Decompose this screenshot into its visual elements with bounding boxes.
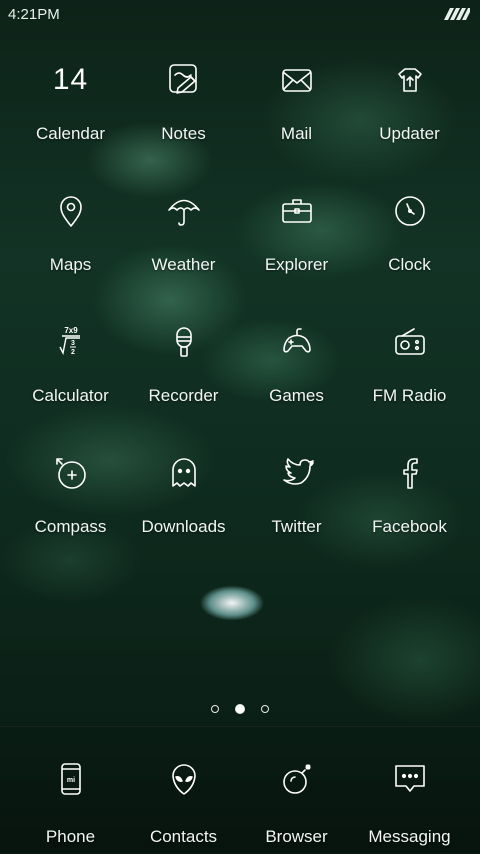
app-explorer[interactable]: Explorer [240, 193, 353, 275]
app-facebook[interactable]: Facebook [353, 455, 466, 537]
app-label: Recorder [148, 386, 219, 405]
calendar-icon: 14 [52, 63, 89, 96]
calc-top: 7x9 [64, 326, 78, 335]
updater-icon [397, 68, 422, 92]
app-label: Compass [34, 517, 107, 536]
page-dot[interactable] [261, 704, 270, 713]
app-label: Messaging [368, 827, 451, 846]
app-updater[interactable]: Updater [353, 62, 466, 144]
page-indicator [0, 700, 480, 718]
app-notes[interactable]: Notes [127, 62, 240, 144]
app-compass[interactable]: Compass [14, 455, 127, 537]
app-downloads[interactable]: Downloads [127, 455, 240, 537]
app-label: FM Radio [372, 386, 447, 405]
mail-icon [281, 69, 312, 92]
bomb-icon [282, 764, 311, 794]
app-label: Facebook [372, 517, 447, 536]
radio-icon [394, 328, 425, 355]
phone-icon-text: mi [66, 777, 74, 784]
signal-strength-icon [444, 8, 470, 20]
app-label: Explorer [264, 255, 329, 274]
dock-phone[interactable]: mi Phone [14, 761, 127, 847]
notes-icon [168, 64, 197, 94]
dock-messaging[interactable]: Messaging [353, 761, 466, 847]
dock: mi Phone Contacts Browser Messaging [0, 726, 480, 854]
app-games[interactable]: Games [240, 324, 353, 406]
page-dot-active[interactable] [235, 703, 245, 714]
app-twitter[interactable]: Twitter [240, 455, 353, 537]
app-label: Notes [161, 124, 206, 143]
app-label: Weather [151, 255, 216, 274]
ghost-icon [171, 458, 196, 487]
map-pin-icon [59, 196, 82, 227]
dock-contacts[interactable]: Contacts [127, 761, 240, 847]
dock-browser[interactable]: Browser [240, 761, 353, 847]
app-mail[interactable]: Mail [240, 62, 353, 144]
app-label: Phone [45, 827, 96, 846]
app-label: Clock [388, 255, 431, 274]
page-dot[interactable] [210, 704, 219, 713]
app-label: Downloads [141, 517, 226, 536]
app-label: Calculator [32, 386, 109, 405]
app-weather[interactable]: Weather [127, 193, 240, 275]
twitter-bird-icon [282, 458, 314, 485]
app-recorder[interactable]: Recorder [127, 324, 240, 406]
app-row: 7x9 3 2 Calculator Recorder Games FM Rad… [0, 324, 480, 455]
alien-head-icon [171, 764, 196, 795]
phone-icon: mi [60, 763, 81, 795]
clock-icon [394, 196, 425, 226]
app-calendar[interactable]: 14 Calendar [14, 62, 127, 144]
calc-num: 3 [71, 340, 75, 347]
app-maps[interactable]: Maps [14, 193, 127, 275]
app-calculator[interactable]: 7x9 3 2 Calculator [14, 324, 127, 406]
app-label: Mail [280, 124, 313, 143]
app-fm-radio[interactable]: FM Radio [353, 324, 466, 406]
app-label: Calendar [36, 124, 105, 143]
app-label: Contacts [149, 827, 218, 846]
app-row: 14 Calendar Notes Mail Updater [0, 62, 480, 193]
status-bar: 4:21PM [0, 0, 480, 28]
app-label: Maps [49, 255, 92, 274]
briefcase-icon [281, 199, 312, 223]
calculator-icon: 7x9 3 2 [58, 326, 80, 356]
recorder-icon [175, 327, 192, 357]
app-label: Twitter [271, 517, 322, 536]
gamepad-icon [282, 328, 311, 353]
status-time: 4:21PM [8, 6, 60, 23]
app-row: Maps Weather Explorer Clock [0, 193, 480, 324]
umbrella-icon [167, 199, 200, 226]
app-row: Compass Downloads Twitter Facebook [0, 455, 480, 586]
app-clock[interactable]: Clock [353, 193, 466, 275]
message-bubble-icon [394, 765, 425, 792]
calc-den: 2 [71, 349, 75, 356]
facebook-icon [402, 458, 418, 489]
compass-icon [55, 458, 86, 489]
app-grid: 14 Calendar Notes Mail Updater Maps Weat… [0, 62, 480, 586]
app-label: Games [269, 386, 324, 405]
app-label: Updater [379, 124, 440, 143]
app-label: Browser [265, 827, 328, 846]
